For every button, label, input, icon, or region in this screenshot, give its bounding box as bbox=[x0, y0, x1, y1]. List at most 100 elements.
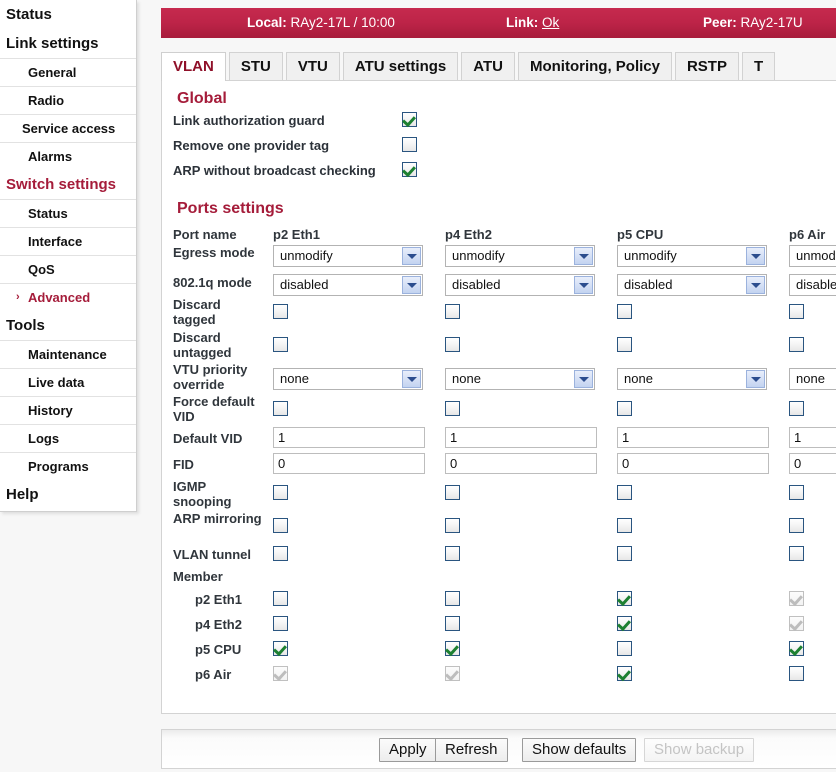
apply-button[interactable]: Apply bbox=[379, 738, 437, 762]
vlan-tunnel-checkbox-p6-air[interactable] bbox=[789, 546, 804, 561]
802-1q-mode-select-p6-air[interactable]: disabled bbox=[789, 274, 836, 296]
member-checkbox-p4-eth2-in-p5-cpu[interactable] bbox=[617, 616, 632, 631]
discard-tagged-checkbox-p6-air[interactable] bbox=[789, 304, 804, 319]
tab-t[interactable]: T bbox=[741, 52, 776, 81]
discard-untagged-checkbox-p4-eth2[interactable] bbox=[445, 337, 460, 352]
vtu-priority-override-select-p4-eth2[interactable]: none bbox=[445, 368, 595, 390]
igmp-snooping-checkbox-p5-cpu[interactable] bbox=[617, 485, 632, 500]
discard-untagged-checkbox-p2-eth1[interactable] bbox=[273, 337, 288, 352]
discard-untagged-checkbox-p5-cpu[interactable] bbox=[617, 337, 632, 352]
force-default-vid-checkbox-p4-eth2[interactable] bbox=[445, 401, 460, 416]
tab-vlan[interactable]: VLAN bbox=[161, 52, 226, 81]
chevron-down-icon[interactable] bbox=[574, 370, 593, 388]
sidebar-item-qos[interactable]: QoS bbox=[0, 255, 136, 283]
sidebar-group-link-settings[interactable]: Link settings bbox=[0, 29, 136, 58]
member-checkbox-p5-cpu-in-p6-air[interactable] bbox=[789, 641, 804, 656]
igmp-snooping-checkbox-p4-eth2[interactable] bbox=[445, 485, 460, 500]
sidebar-item-service-access[interactable]: Service access bbox=[0, 114, 136, 142]
802-1q-mode-select-p5-cpu[interactable]: disabled bbox=[617, 274, 767, 296]
tab-stu[interactable]: STU bbox=[228, 52, 283, 81]
sidebar-item-status[interactable]: Status bbox=[0, 199, 136, 227]
member-checkbox-p6-air-in-p5-cpu[interactable] bbox=[617, 666, 632, 681]
member-checkbox-p6-air-in-p6-air[interactable] bbox=[789, 666, 804, 681]
member-checkbox-p2-eth1-in-p4-eth2[interactable] bbox=[445, 591, 460, 606]
sidebar-item-logs[interactable]: Logs bbox=[0, 424, 136, 452]
tab-atu-settings[interactable]: ATU settings bbox=[342, 52, 459, 81]
arp-mirroring-checkbox-p2-eth1[interactable] bbox=[273, 518, 288, 533]
fid-input-p4-eth2[interactable] bbox=[445, 453, 597, 474]
sidebar-group-switch-settings[interactable]: Switch settings bbox=[0, 170, 136, 199]
chevron-down-icon[interactable] bbox=[402, 276, 421, 294]
global-checkbox-remove-one-provider-tag[interactable] bbox=[402, 137, 417, 152]
force-default-vid-checkbox-p2-eth1[interactable] bbox=[273, 401, 288, 416]
vtu-priority-override-select-p5-cpu[interactable]: none bbox=[617, 368, 767, 390]
member-checkbox-p5-cpu-in-p2-eth1[interactable] bbox=[273, 641, 288, 656]
sidebar-item-history[interactable]: History bbox=[0, 396, 136, 424]
tab-rstp[interactable]: RSTP bbox=[674, 52, 739, 81]
default-vid-input-p6-air[interactable] bbox=[789, 427, 836, 448]
member-checkbox-p5-cpu-in-p4-eth2[interactable] bbox=[445, 641, 460, 656]
discard-untagged-checkbox-p6-air[interactable] bbox=[789, 337, 804, 352]
global-checkbox-link-authorization-guard[interactable] bbox=[402, 112, 417, 127]
egress-mode-select-p6-air[interactable]: unmodify bbox=[789, 245, 836, 267]
status-link-value[interactable]: Ok bbox=[542, 15, 559, 30]
discard-tagged-checkbox-p5-cpu[interactable] bbox=[617, 304, 632, 319]
tab-vtu[interactable]: VTU bbox=[285, 52, 340, 81]
sidebar-item-programs[interactable]: Programs bbox=[0, 452, 136, 480]
igmp-snooping-checkbox-p6-air[interactable] bbox=[789, 485, 804, 500]
chevron-down-icon[interactable] bbox=[574, 247, 593, 265]
sidebar-group-tools[interactable]: Tools bbox=[0, 311, 136, 340]
vlan-tunnel-checkbox-p4-eth2[interactable] bbox=[445, 546, 460, 561]
chevron-down-icon[interactable] bbox=[402, 247, 421, 265]
fid-input-p6-air[interactable] bbox=[789, 453, 836, 474]
802-1q-mode-select-p2-eth1[interactable]: disabled bbox=[273, 274, 423, 296]
member-checkbox-p4-eth2-in-p2-eth1[interactable] bbox=[273, 616, 288, 631]
member-checkbox-p2-eth1-in-p2-eth1[interactable] bbox=[273, 591, 288, 606]
igmp-snooping-checkbox-p2-eth1[interactable] bbox=[273, 485, 288, 500]
chevron-down-icon[interactable] bbox=[746, 276, 765, 294]
member-checkbox-p4-eth2-in-p4-eth2[interactable] bbox=[445, 616, 460, 631]
vtu-priority-override-select-p2-eth1[interactable]: none bbox=[273, 368, 423, 390]
show-defaults-button[interactable]: Show defaults bbox=[522, 738, 637, 762]
tab-atu[interactable]: ATU bbox=[461, 52, 515, 81]
default-vid-input-p4-eth2[interactable] bbox=[445, 427, 597, 448]
802-1q-mode-select-p4-eth2[interactable]: disabled bbox=[445, 274, 595, 296]
select-value: none bbox=[796, 371, 825, 386]
sidebar-item-label: Status bbox=[28, 206, 68, 221]
chevron-down-icon[interactable] bbox=[574, 276, 593, 294]
discard-tagged-checkbox-p4-eth2[interactable] bbox=[445, 304, 460, 319]
force-default-vid-checkbox-p5-cpu[interactable] bbox=[617, 401, 632, 416]
egress-mode-select-p2-eth1[interactable]: unmodify bbox=[273, 245, 423, 267]
arp-mirroring-checkbox-p4-eth2[interactable] bbox=[445, 518, 460, 533]
refresh-button[interactable]: Refresh bbox=[435, 738, 508, 762]
chevron-down-icon[interactable] bbox=[746, 370, 765, 388]
fid-input-p5-cpu[interactable] bbox=[617, 453, 769, 474]
sidebar-item-live-data[interactable]: Live data bbox=[0, 368, 136, 396]
force-default-vid-checkbox-p6-air[interactable] bbox=[789, 401, 804, 416]
fid-input-p2-eth1[interactable] bbox=[273, 453, 425, 474]
sidebar-item-radio[interactable]: Radio bbox=[0, 86, 136, 114]
chevron-down-icon[interactable] bbox=[746, 247, 765, 265]
sidebar-item-general[interactable]: General bbox=[0, 58, 136, 86]
vlan-tunnel-checkbox-p5-cpu[interactable] bbox=[617, 546, 632, 561]
egress-mode-select-p5-cpu[interactable]: unmodify bbox=[617, 245, 767, 267]
default-vid-input-p2-eth1[interactable] bbox=[273, 427, 425, 448]
arp-mirroring-checkbox-p5-cpu[interactable] bbox=[617, 518, 632, 533]
sidebar-item-maintenance[interactable]: Maintenance bbox=[0, 340, 136, 368]
sidebar-group-status[interactable]: Status bbox=[0, 0, 136, 29]
discard-tagged-checkbox-p2-eth1[interactable] bbox=[273, 304, 288, 319]
sidebar-item-advanced[interactable]: › Advanced bbox=[0, 283, 136, 311]
global-checkbox-arp-without-broadcast-checking[interactable] bbox=[402, 162, 417, 177]
member-checkbox-p2-eth1-in-p5-cpu[interactable] bbox=[617, 591, 632, 606]
arp-mirroring-checkbox-p6-air[interactable] bbox=[789, 518, 804, 533]
vlan-tunnel-checkbox-p2-eth1[interactable] bbox=[273, 546, 288, 561]
chevron-down-icon[interactable] bbox=[402, 370, 421, 388]
sidebar-group-help[interactable]: Help bbox=[0, 480, 136, 509]
sidebar-item-interface[interactable]: Interface bbox=[0, 227, 136, 255]
default-vid-input-p5-cpu[interactable] bbox=[617, 427, 769, 448]
egress-mode-select-p4-eth2[interactable]: unmodify bbox=[445, 245, 595, 267]
vtu-priority-override-select-p6-air[interactable]: none bbox=[789, 368, 836, 390]
member-checkbox-p5-cpu-in-p5-cpu[interactable] bbox=[617, 641, 632, 656]
tab-monitoring-policy[interactable]: Monitoring, Policy bbox=[517, 52, 672, 81]
sidebar-item-alarms[interactable]: Alarms bbox=[0, 142, 136, 170]
